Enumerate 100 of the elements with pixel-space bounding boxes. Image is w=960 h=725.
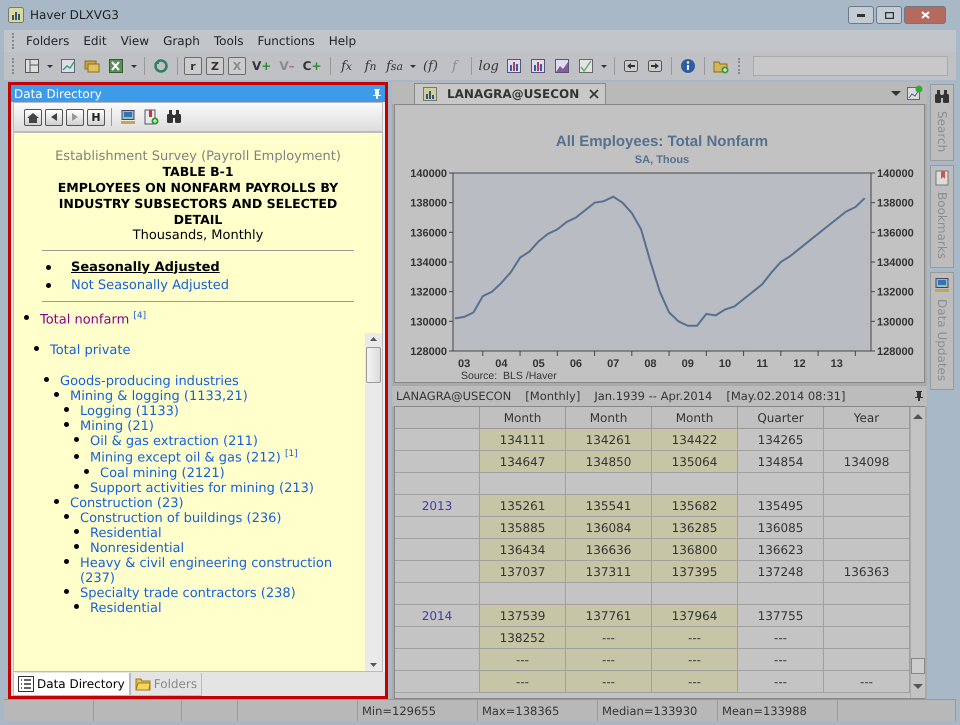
y-tick-label: 136000: [410, 227, 447, 240]
folder-icon: [134, 676, 151, 692]
close-button[interactable]: [904, 6, 946, 24]
x-tick-label: 06: [570, 358, 582, 370]
menu-item[interactable]: Folders: [19, 31, 76, 51]
caret-icon: [600, 64, 607, 68]
scroll-up-icon: [913, 413, 923, 419]
status-text: Max=138365: [482, 704, 560, 718]
adjustment-link[interactable]: Seasonally Adjusted: [71, 260, 220, 274]
y-tick-label: 134000: [877, 257, 914, 269]
row-header: 2013: [395, 495, 480, 517]
tree-link[interactable]: Construction (23): [70, 496, 184, 511]
toolbar-field[interactable]: [752, 56, 948, 76]
maximize-button[interactable]: [876, 6, 902, 24]
app-icon: [8, 7, 24, 23]
tree-link[interactable]: Mining except oil & gas (212) $^{[1]}$: [90, 449, 298, 466]
bullet-icon: [46, 264, 51, 270]
bullet-icon: [44, 377, 49, 382]
tree-link[interactable]: Total private: [50, 343, 130, 358]
tree-link[interactable]: Oil & gas extraction (211): [90, 434, 258, 450]
adjustment-link[interactable]: Not Seasonally Adjusted: [71, 278, 229, 292]
close-icon: [589, 89, 600, 99]
series-frequency: [Monthly]: [525, 389, 580, 403]
column-header: Quarter: [738, 407, 824, 429]
tree-link[interactable]: Support activities for mining (213): [90, 480, 314, 496]
bullet-icon: [74, 528, 79, 534]
tree-link[interactable]: Logging (1133): [80, 404, 179, 420]
tree-link[interactable]: Mining (21): [80, 419, 154, 434]
table-cell: 137539: [480, 605, 566, 627]
minimize-button[interactable]: [848, 6, 874, 24]
nav-button[interactable]: [24, 108, 42, 126]
x-tick-label: 13: [830, 358, 843, 370]
bookmark-icon: [934, 170, 950, 186]
menu-item[interactable]: View: [114, 31, 156, 51]
bullet-icon: [64, 558, 69, 564]
table-cell: ---: [738, 671, 824, 693]
nav-button[interactable]: [45, 108, 63, 126]
table-cell: ---: [652, 627, 738, 649]
tree-link[interactable]: Residential: [90, 600, 162, 616]
y-tick-label: 128000: [410, 346, 447, 358]
table-cell: 134098: [824, 451, 910, 473]
table-cell: 138252: [480, 627, 566, 649]
tree-link[interactable]: Construction of buildings (236): [80, 510, 282, 526]
tree-link[interactable]: Mining & logging (1133,21): [70, 389, 248, 404]
panel-tab[interactable]: Data Directory: [13, 673, 130, 696]
menu-item[interactable]: Edit: [76, 31, 114, 51]
toolbar-button[interactable]: C+: [300, 55, 325, 77]
menu-item[interactable]: Graph: [156, 31, 207, 51]
menu-item[interactable]: Help: [322, 31, 364, 51]
document-tab[interactable]: LANAGRA@USECON: [414, 83, 606, 104]
scrollbar[interactable]: [365, 333, 382, 671]
tree-link[interactable]: Nonresidential: [90, 540, 184, 556]
y-tick-label: 136000: [877, 227, 914, 240]
caret-icon: [47, 64, 53, 68]
bullet-icon: [74, 604, 79, 609]
arrow-left-icon: [622, 58, 639, 74]
table-cell: ---: [566, 627, 652, 649]
scroll-thumb[interactable]: [366, 347, 381, 383]
toolbar-button[interactable]: r: [184, 57, 202, 75]
menu-item[interactable]: Functions: [250, 31, 322, 51]
tree-link[interactable]: Coal mining (2121): [100, 466, 225, 481]
y-tick-label: 140000: [410, 168, 447, 180]
series-updated: [May.02.2014 08:31]: [726, 389, 846, 403]
table-cell: ---: [824, 671, 910, 693]
nav-button[interactable]: H: [87, 108, 105, 126]
function-button[interactable]: (f): [420, 55, 442, 77]
table-cell: 135064: [652, 451, 738, 473]
function-button[interactable]: log: [476, 55, 501, 77]
chart-subtitle: SA, Thous: [634, 154, 690, 166]
bullet-icon: [64, 588, 69, 594]
x-tick-label: 08: [644, 358, 657, 370]
toolbar-button[interactable]: V+: [249, 55, 274, 77]
nav-button[interactable]: [118, 109, 138, 125]
x-tick-label: 11: [756, 358, 768, 370]
tree-link[interactable]: Total nonfarm $^{[4]}$: [40, 311, 146, 328]
series-name: LANAGRA@USECON: [396, 389, 512, 403]
binoculars-icon: [934, 89, 950, 105]
tree-link[interactable]: Heavy & civil engineering construction (237): [80, 556, 365, 586]
nav-button[interactable]: [164, 109, 184, 125]
scrollbar[interactable]: [910, 407, 925, 698]
tree-link[interactable]: Residential: [90, 526, 162, 541]
panel-tab[interactable]: Folders: [130, 673, 202, 696]
binoculars-icon: [166, 109, 182, 125]
bullet-icon: [24, 315, 29, 320]
scroll-down-icon: [913, 684, 923, 690]
toolbar-button[interactable]: Z: [206, 57, 224, 75]
table-cell: 135541: [566, 495, 652, 517]
table-cell: 136084: [566, 517, 652, 539]
table-heading: EMPLOYEES ON NONFARM PAYROLLS BY INDUSTRY SUBSECTORS AND SELECTED DETAIL: [56, 180, 340, 228]
y-tick-label: 130000: [877, 316, 914, 328]
column-header: Month: [566, 407, 652, 429]
caret-icon: [410, 64, 416, 68]
tree-link[interactable]: Specialty trade contractors (238): [80, 586, 296, 601]
refresh-icon: [153, 58, 169, 74]
tree-link[interactable]: Goods-producing industries: [60, 374, 239, 390]
scroll-thumb[interactable]: [911, 658, 925, 674]
caret-icon: [891, 90, 901, 96]
bullet-icon: [74, 484, 79, 489]
menu-item[interactable]: Tools: [206, 31, 250, 51]
status-text: Min=129655: [362, 704, 436, 718]
